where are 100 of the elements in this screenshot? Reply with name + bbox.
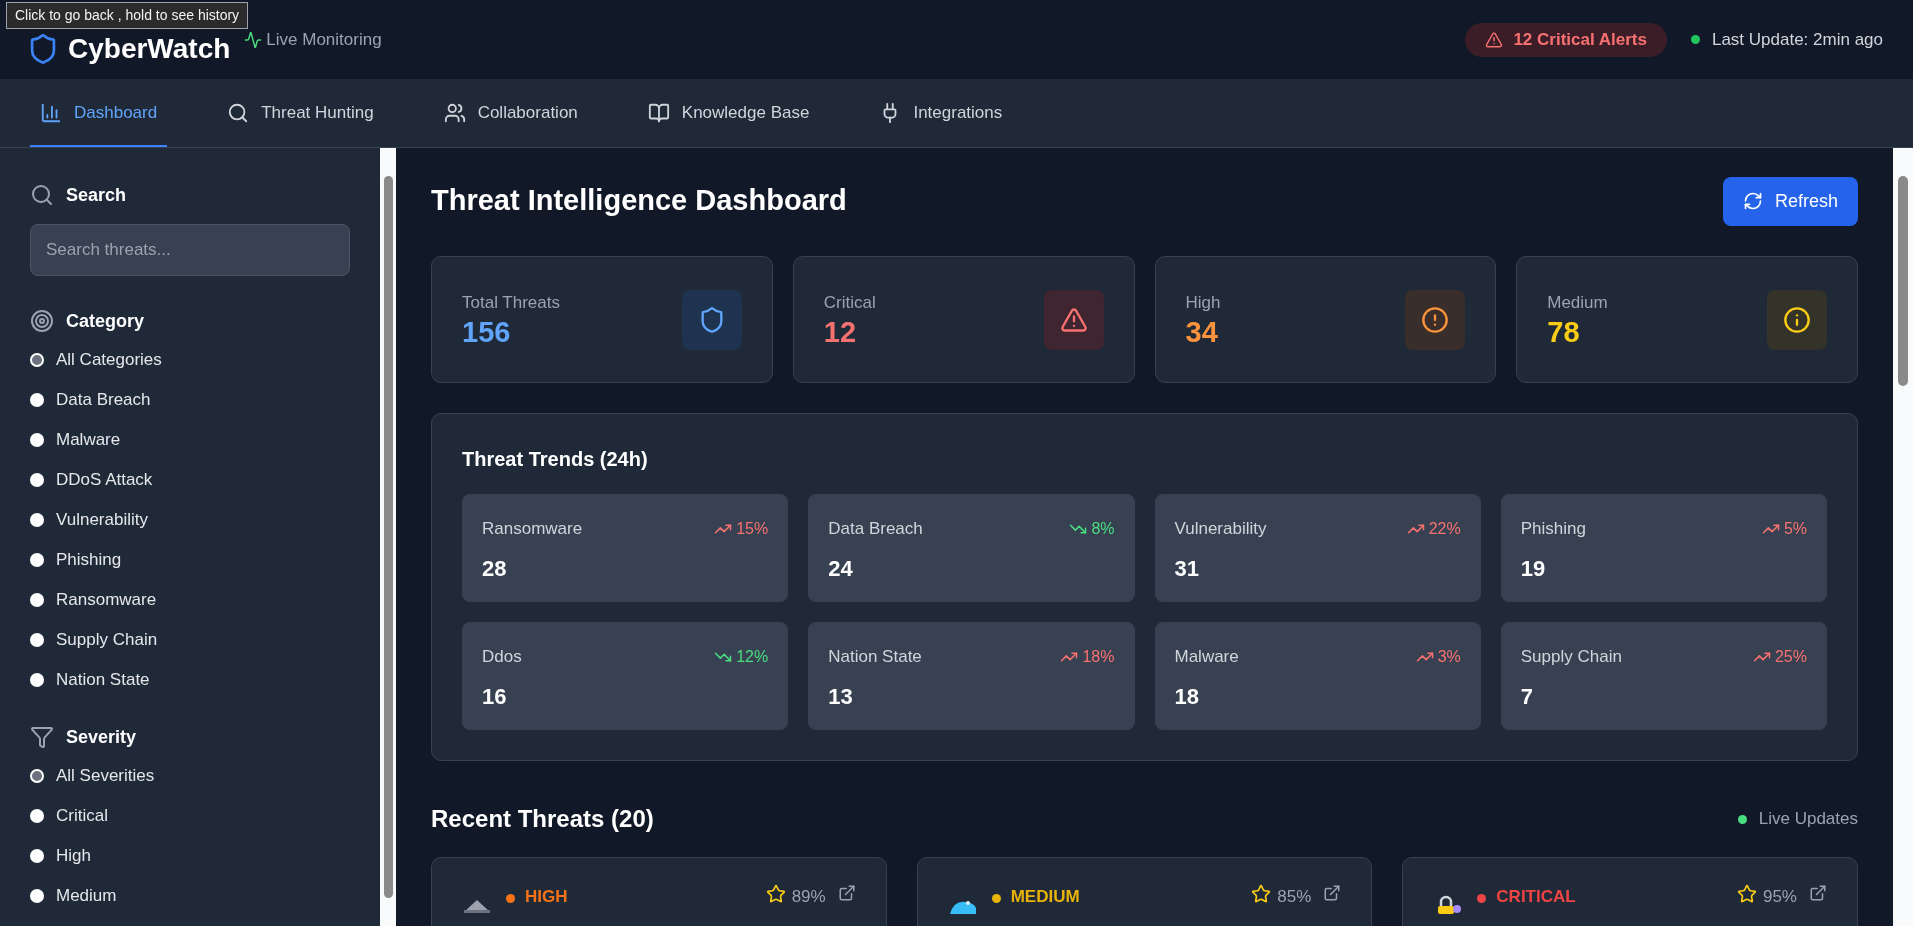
radio-option[interactable]: DDoS Attack <box>30 460 350 500</box>
star-icon <box>765 884 786 904</box>
nav-tab[interactable]: Collaboration <box>433 80 588 147</box>
star-icon <box>1736 884 1757 904</box>
trend-value: 18 <box>1174 682 1200 711</box>
radio-option[interactable]: Malware <box>30 420 350 460</box>
target-icon <box>30 309 54 333</box>
trend-change: 3% <box>1415 644 1461 669</box>
radio-button[interactable] <box>30 353 44 367</box>
scrollbar[interactable] <box>380 148 396 926</box>
trend-name: Malware <box>1174 646 1239 668</box>
trend-value: 31 <box>1174 554 1200 583</box>
trend-change: 15% <box>714 516 769 541</box>
confidence-score: 95% <box>1762 886 1797 908</box>
section-title: Recent Threats (20) <box>431 804 654 834</box>
trend-value: 24 <box>828 554 854 583</box>
trend-change: 22% <box>1406 516 1461 541</box>
stat-value: 34 <box>1185 315 1219 350</box>
radio-button[interactable] <box>30 553 44 567</box>
radio-option[interactable]: All Severities <box>30 756 350 796</box>
trend-name: Vulnerability <box>1174 518 1267 540</box>
stat-label: Critical <box>823 291 876 314</box>
search-icon <box>227 101 250 124</box>
refresh-button[interactable]: Refresh <box>1722 176 1858 226</box>
radio-option[interactable]: Phishing <box>30 540 350 580</box>
panel-title: Threat Trends (24h) <box>462 447 649 472</box>
nav-tab[interactable]: Threat Hunting <box>217 80 384 147</box>
radio-option[interactable]: Nation State <box>30 660 350 700</box>
trend-name: Ddos <box>482 646 522 668</box>
last-update-label: Last Update: 2min ago <box>1711 28 1883 51</box>
info-icon <box>1783 305 1811 334</box>
book-icon <box>647 101 670 124</box>
radio-button[interactable] <box>30 849 44 863</box>
threat-card[interactable]: CRITICAL 95% <box>1402 857 1858 926</box>
stat-label: Medium <box>1547 291 1608 314</box>
trend-value: 16 <box>482 682 508 711</box>
warning-icon <box>1485 30 1504 49</box>
trend-value: 13 <box>828 682 854 711</box>
external-link-icon[interactable] <box>1323 884 1342 902</box>
radio-button[interactable] <box>30 673 44 687</box>
confidence-score: 89% <box>791 886 826 908</box>
trend-name: Supply Chain <box>1520 646 1622 668</box>
trend-name: Nation State <box>828 646 922 668</box>
trend-change: 18% <box>1060 644 1115 669</box>
stat-value: 12 <box>823 315 857 350</box>
trend-change: 25% <box>1752 644 1807 669</box>
section-title: Category <box>66 309 145 333</box>
radio-button[interactable] <box>30 769 44 783</box>
stat-value: 156 <box>462 315 512 350</box>
radio-option[interactable]: Vulnerability <box>30 500 350 540</box>
trend-value: 28 <box>482 554 508 583</box>
star-icon <box>1251 884 1272 904</box>
brand-name: CyberWatch <box>68 32 231 65</box>
stat-value: 78 <box>1547 315 1581 350</box>
search-icon <box>30 183 54 207</box>
stat-label: Total Threats <box>462 291 560 314</box>
trend-name: Ransomware <box>482 518 583 540</box>
nav-tab[interactable]: Knowledge Base <box>637 80 820 147</box>
radio-button[interactable] <box>30 593 44 607</box>
trend-change: 5% <box>1761 516 1807 541</box>
radio-button[interactable] <box>30 433 44 447</box>
shield-logo-icon <box>30 33 56 64</box>
radio-option[interactable]: Ransomware <box>30 580 350 620</box>
chart-icon <box>40 101 62 124</box>
trend-value: 19 <box>1520 554 1547 583</box>
warning-icon <box>1059 305 1088 334</box>
users-icon <box>443 101 466 124</box>
radio-button[interactable] <box>30 889 44 903</box>
external-link-icon[interactable] <box>1809 884 1827 902</box>
radio-option[interactable]: Critical <box>30 796 350 836</box>
trend-change: 12% <box>714 644 769 669</box>
refresh-icon <box>1742 191 1763 211</box>
trend-change: 8% <box>1069 516 1115 541</box>
severity-label: HIGH <box>525 886 568 908</box>
radio-button[interactable] <box>30 633 44 647</box>
radio-button[interactable] <box>30 393 44 407</box>
threat-card[interactable]: MEDIUM 85% <box>916 857 1373 926</box>
trend-name: Data Breach <box>828 518 923 540</box>
nav-tab[interactable]: Integrations <box>869 80 1013 147</box>
threat-card[interactable]: HIGH 89% <box>431 857 887 926</box>
filter-icon <box>30 725 54 749</box>
confidence-score: 85% <box>1277 886 1312 908</box>
radio-button[interactable] <box>30 473 44 487</box>
section-title: Severity <box>66 725 137 749</box>
radio-option[interactable]: Supply Chain <box>30 620 350 660</box>
critical-alerts-badge[interactable]: 12 Critical Alerts <box>1465 22 1667 57</box>
search-field[interactable]: Search threats... <box>30 224 350 276</box>
stat-label: High <box>1185 291 1221 314</box>
radio-option[interactable]: All Categories <box>30 340 350 380</box>
radio-button[interactable] <box>30 513 44 527</box>
scrollbar[interactable] <box>1893 148 1913 926</box>
radio-button[interactable] <box>30 809 44 823</box>
radio-option[interactable]: High <box>30 836 350 876</box>
page-title: Threat Intelligence Dashboard <box>431 183 847 219</box>
radio-option[interactable]: Data Breach <box>30 380 350 420</box>
severity-label: MEDIUM <box>1010 886 1080 908</box>
external-link-icon[interactable] <box>837 884 856 902</box>
alert-circle-icon <box>1421 305 1450 334</box>
tooltip: Click to go back , hold to see history <box>6 2 249 29</box>
radio-option[interactable]: Medium <box>30 876 350 916</box>
